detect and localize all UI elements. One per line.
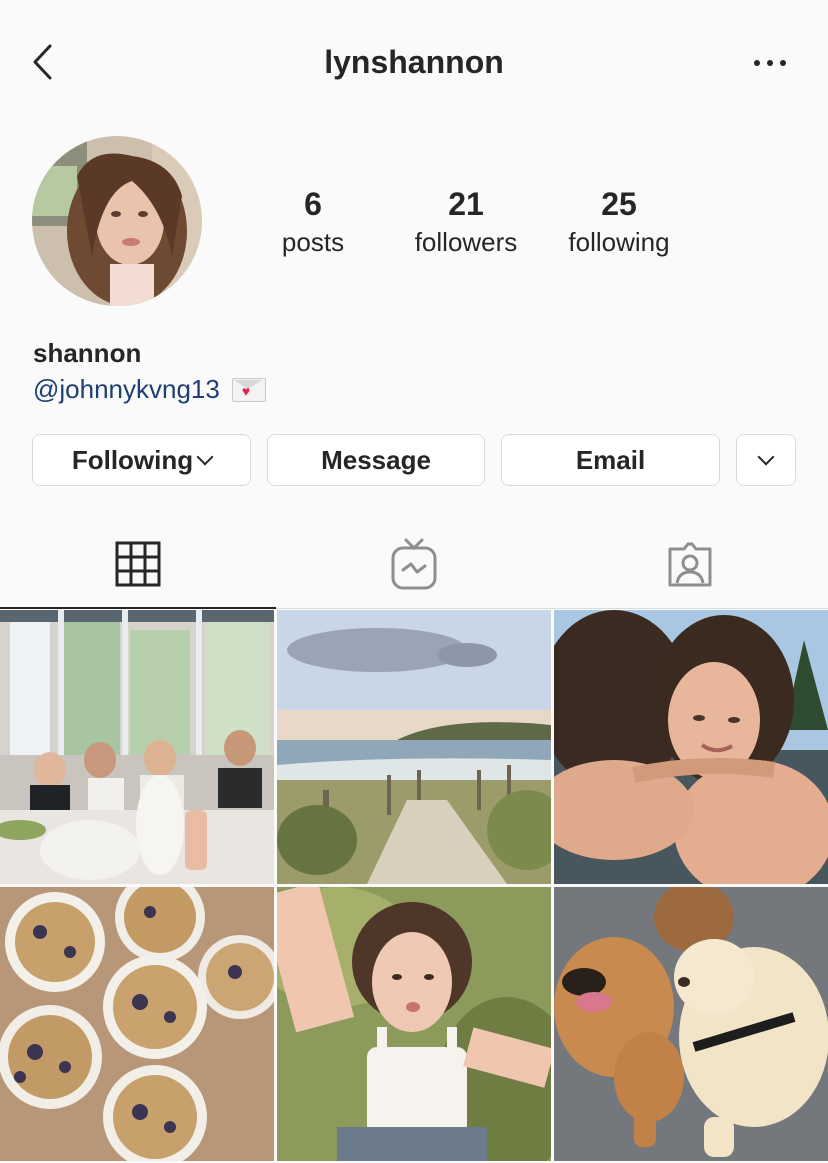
posts-count[interactable]: 6 posts bbox=[238, 184, 388, 260]
stat-label: following bbox=[568, 227, 670, 257]
post-thumbnail[interactable] bbox=[0, 610, 274, 884]
stat-value: 25 bbox=[601, 186, 637, 222]
bio: @johnnykvng13 ♥ bbox=[33, 374, 266, 405]
profile-username: lynshannon bbox=[324, 44, 504, 80]
stat-label: posts bbox=[281, 227, 345, 257]
more-horizontal-icon bbox=[754, 60, 760, 66]
following-button-label: Following bbox=[71, 444, 194, 475]
followers-count[interactable]: 21 followers bbox=[391, 184, 541, 260]
chevron-down-icon bbox=[196, 448, 214, 466]
posts-grid bbox=[0, 610, 828, 1163]
post-image-selfie-on-grass bbox=[277, 887, 551, 1161]
avatar[interactable] bbox=[32, 136, 202, 306]
post-image-beach-path bbox=[277, 610, 551, 884]
bio-mention-link[interactable]: @johnnykvng13 bbox=[33, 374, 220, 405]
following-button[interactable]: Following bbox=[32, 434, 251, 486]
post-thumbnail[interactable] bbox=[554, 887, 828, 1161]
display-name: shannon bbox=[33, 338, 142, 368]
post-image-hug-selfie bbox=[554, 610, 828, 884]
stat-value: 21 bbox=[448, 186, 484, 222]
following-count[interactable]: 25 following bbox=[544, 184, 694, 260]
email-button[interactable]: Email bbox=[501, 434, 720, 486]
igtv-icon bbox=[391, 538, 437, 590]
message-button[interactable]: Message bbox=[267, 434, 485, 486]
post-image-blueberry-muffins bbox=[0, 887, 274, 1161]
tab-igtv[interactable] bbox=[276, 520, 552, 608]
profile-tabs bbox=[0, 520, 828, 609]
grid-icon bbox=[115, 541, 161, 587]
love-letter-emoji-icon: ♥ bbox=[231, 377, 266, 402]
more-options-button[interactable] bbox=[748, 52, 792, 74]
more-dot bbox=[767, 60, 773, 66]
post-image-friends-on-couch bbox=[0, 610, 274, 884]
tab-tagged[interactable] bbox=[552, 520, 828, 608]
stat-label: followers bbox=[414, 227, 518, 257]
post-thumbnail[interactable] bbox=[0, 887, 274, 1161]
stat-value: 6 bbox=[304, 186, 322, 222]
chevron-down-icon bbox=[757, 448, 775, 466]
post-thumbnail[interactable] bbox=[277, 610, 551, 884]
tagged-person-icon bbox=[668, 542, 712, 587]
avatar-image bbox=[32, 136, 202, 306]
email-button-label: Email bbox=[575, 444, 646, 475]
tab-grid[interactable] bbox=[0, 520, 276, 609]
post-image-two-puppies bbox=[554, 887, 828, 1161]
more-dot bbox=[780, 60, 786, 66]
profile-header: lynshannon bbox=[0, 0, 828, 124]
post-thumbnail[interactable] bbox=[554, 610, 828, 884]
suggested-accounts-button[interactable] bbox=[736, 434, 796, 486]
message-button-label: Message bbox=[321, 444, 431, 475]
post-thumbnail[interactable] bbox=[277, 887, 551, 1161]
